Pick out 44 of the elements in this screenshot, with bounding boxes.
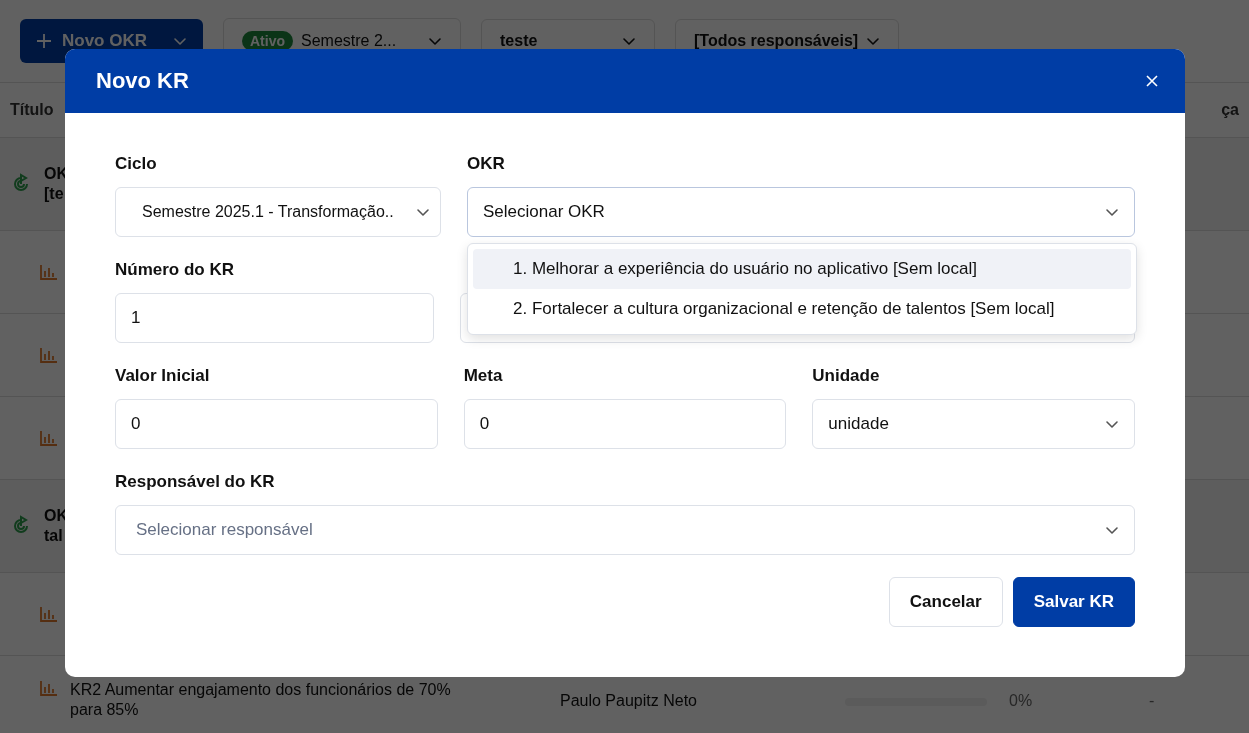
select-field[interactable]: Semestre 2025.1 - Transformação.. <box>115 187 441 237</box>
select-field[interactable]: Selecionar OKR <box>467 187 1135 237</box>
row-title: KR2 Aumentar engajamento dos funcionários de 70% <box>70 680 451 700</box>
field-value: Selecionar OKR <box>483 202 605 222</box>
row-title: para 85% <box>70 700 139 720</box>
field-label: Número do KR <box>115 259 235 281</box>
bar-chart-icon <box>40 606 58 622</box>
row-title: tal <box>44 526 63 546</box>
dropdown-option[interactable]: 2. Fortalecer a cultura organizacional e retenção de talentos [Sem local] <box>473 289 1131 329</box>
input-field[interactable]: 0 <box>463 399 787 449</box>
field-value: 0 <box>479 414 490 434</box>
field-label: Meta <box>463 365 504 387</box>
dialog-title: Novo KR <box>96 68 189 94</box>
column-header: Título <box>10 101 54 119</box>
field-label: Valor Inicial <box>115 365 211 387</box>
owner-name: Paulo Paupitz Neto <box>560 692 698 710</box>
field-value: Semestre 2025.1 - Transformação.. <box>142 203 394 221</box>
row-title: [te <box>44 184 64 204</box>
save-button[interactable]: Salvar KR <box>1012 577 1135 627</box>
input-field[interactable]: 1 <box>115 293 434 343</box>
field-label: Responsável do KR <box>115 471 276 493</box>
field-value: 0 <box>131 414 141 434</box>
trend-value: - <box>1149 692 1155 710</box>
bar-chart-icon <box>40 430 58 446</box>
field-placeholder: Selecionar responsável <box>135 520 313 540</box>
bar-chart-icon <box>40 264 58 280</box>
close-icon <box>1145 74 1159 88</box>
progress-value: 0% <box>1009 692 1034 710</box>
bar-chart-icon <box>40 680 58 696</box>
field-value: unidade <box>828 414 889 434</box>
dropdown-option[interactable]: 1. Melhorar a experiência do usuário no aplicativo [Sem local] <box>473 249 1131 289</box>
field-label: Ciclo <box>115 153 158 175</box>
select-field[interactable]: Selecionar responsável <box>115 505 1135 555</box>
plus-icon <box>36 33 52 49</box>
filter-value: Semestre 2... <box>301 32 398 50</box>
select-field[interactable]: unidade <box>812 399 1135 449</box>
bar-chart-icon <box>40 347 58 363</box>
cancel-button[interactable]: Cancelar <box>888 577 1003 627</box>
column-header: ça <box>1221 101 1239 119</box>
field-label: OKR <box>467 153 506 175</box>
field-label: Unidade <box>812 365 881 387</box>
input-field[interactable]: 0 <box>115 399 438 449</box>
status-badge: Ativo <box>242 31 293 51</box>
field-value: 1 <box>131 308 141 328</box>
